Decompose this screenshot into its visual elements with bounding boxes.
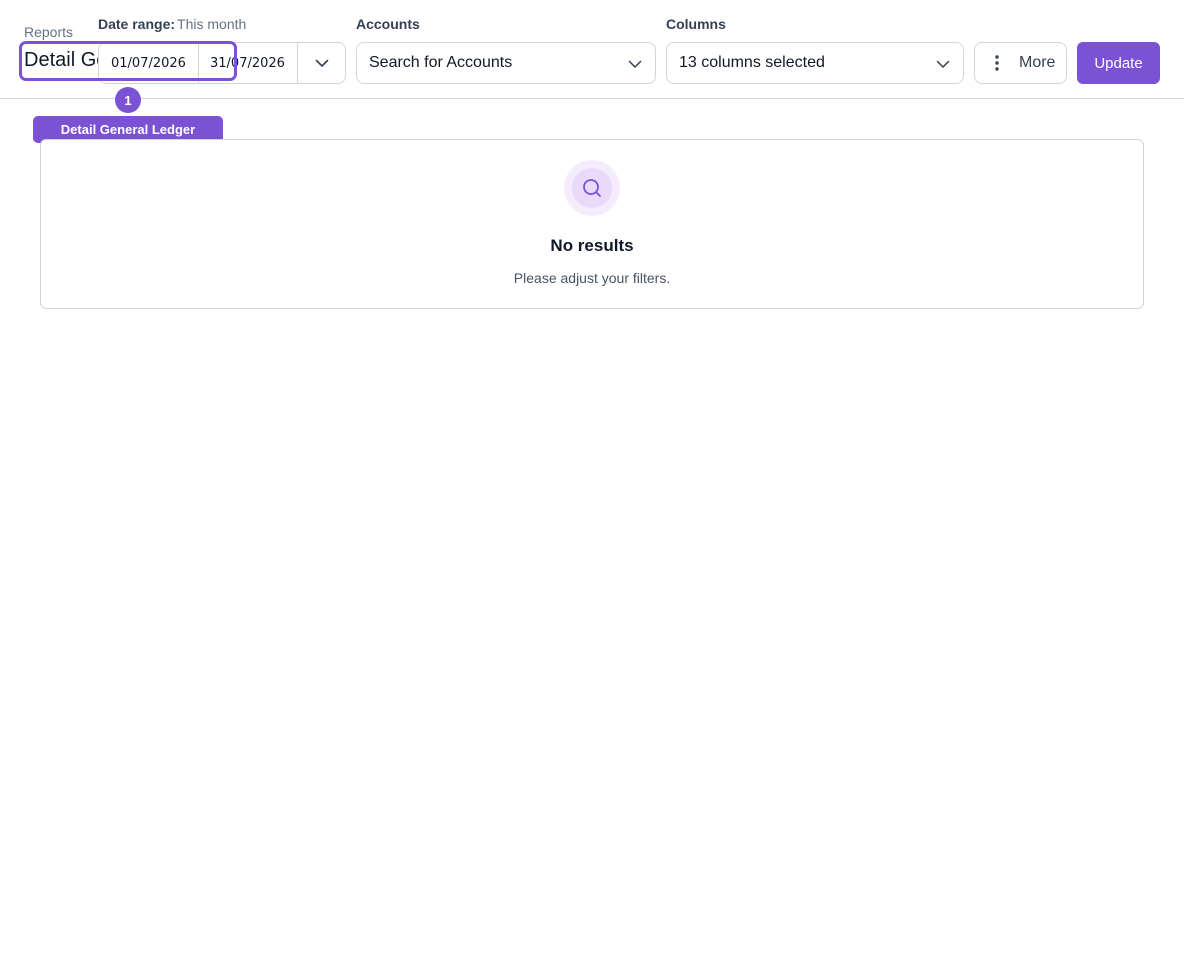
annotation-marker: 1: [115, 87, 141, 113]
results-panel: No results Please adjust your filters.: [40, 139, 1144, 309]
annotation-highlight: [19, 41, 237, 81]
date-range-label-text: Date range:: [98, 16, 176, 32]
date-range-label: Date range: This month: [98, 16, 246, 32]
more-vertical-icon: [975, 54, 1019, 72]
accounts-placeholder: Search for Accounts: [369, 54, 513, 71]
chevron-down-icon: [628, 60, 642, 68]
breadcrumb[interactable]: Reports: [24, 24, 73, 40]
more-button-label: More: [1019, 54, 1056, 71]
date-range-dropdown-button[interactable]: [298, 43, 345, 83]
empty-state-subtitle: Please adjust your filters.: [513, 270, 671, 286]
accounts-select[interactable]: Search for Accounts: [356, 42, 656, 84]
columns-label: Columns: [666, 16, 726, 32]
date-range-preset: This month: [177, 16, 247, 32]
columns-value: 13 columns selected: [679, 54, 825, 71]
more-button[interactable]: More: [974, 42, 1067, 84]
chevron-down-icon: [315, 59, 328, 67]
columns-select[interactable]: 13 columns selected: [666, 42, 964, 84]
chevron-down-icon: [936, 60, 950, 68]
empty-state-title: No results: [550, 236, 634, 255]
search-icon: [583, 179, 601, 197]
accounts-label: Accounts: [356, 16, 420, 32]
empty-state-icon-wrapper: [564, 160, 620, 216]
update-button[interactable]: Update: [1077, 42, 1160, 84]
